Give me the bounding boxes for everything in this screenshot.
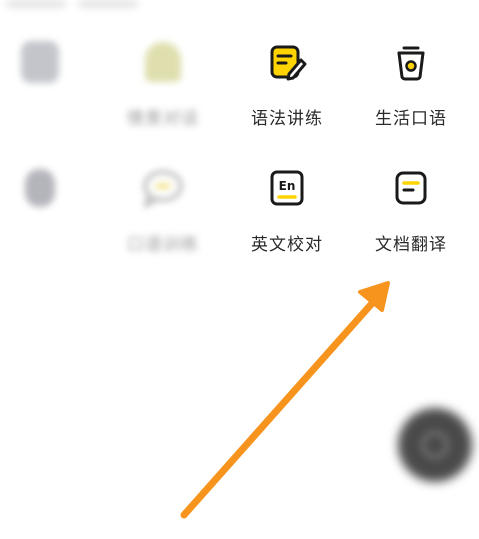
fab-icon [421,431,449,459]
